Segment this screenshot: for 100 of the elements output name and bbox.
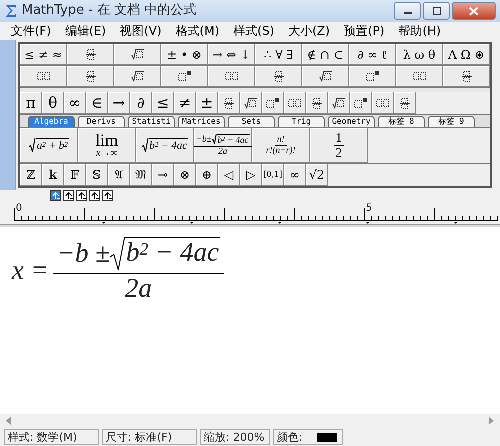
template-button[interactable]: n! r!(n−r)! — [252, 128, 310, 163]
symbol-button[interactable]: ± — [196, 92, 218, 114]
template-button[interactable] — [67, 66, 114, 88]
template-button[interactable] — [328, 92, 350, 114]
template-icon — [398, 98, 412, 109]
template-icon — [84, 49, 98, 60]
symbol-button[interactable]: √2 — [306, 164, 328, 186]
arrow-icon — [90, 192, 98, 200]
symbol-button[interactable]: π — [20, 92, 42, 114]
symbol-button[interactable]: → ⇔ ↓ — [208, 44, 255, 66]
equation-numerator: −b ± — [56, 239, 110, 269]
symbol-button[interactable]: ≤ — [152, 92, 174, 114]
symbol-button[interactable]: ⊸ — [152, 164, 174, 186]
equation-denominator: 2a — [125, 274, 152, 304]
template-icon — [332, 98, 346, 109]
size-status: 尺寸: 标准(F) — [102, 429, 197, 445]
symbol-button[interactable]: 𝔐 — [130, 164, 152, 186]
symbol-button[interactable]: ∞ — [284, 164, 306, 186]
palette-tab[interactable]: 标签 8 — [378, 116, 425, 128]
template-button[interactable] — [349, 66, 396, 88]
menu-item[interactable]: 帮助(H) — [392, 22, 448, 40]
menu-item[interactable]: 大小(Z) — [282, 22, 338, 40]
symbol-button[interactable]: ⊕ — [196, 164, 218, 186]
nudge-button[interactable] — [89, 190, 100, 201]
template-button[interactable]: 1 2 — [310, 128, 368, 163]
symbol-button[interactable]: Λ Ω ⊛ — [443, 44, 490, 66]
symbol-button[interactable]: ≤ ≠ ≈ — [20, 44, 67, 66]
template-button[interactable] — [443, 66, 490, 88]
template-button[interactable] — [255, 66, 302, 88]
symbol-button[interactable]: ∂ — [130, 92, 152, 114]
template-button[interactable] — [302, 66, 349, 88]
symbol-button[interactable]: ◁ — [218, 164, 240, 186]
template-button[interactable] — [20, 66, 67, 88]
template-button[interactable] — [372, 92, 394, 114]
template-button[interactable] — [114, 66, 161, 88]
template-button[interactable]: −b± b$^{2}$ − 4ac 2a — [194, 128, 252, 163]
palette-tab[interactable]: Sets — [228, 116, 275, 128]
symbol-button[interactable]: ∉ ∩ ⊂ — [302, 44, 349, 66]
palette-tab[interactable]: Matrices — [178, 116, 225, 128]
template-button[interactable] — [396, 66, 443, 88]
menu-item[interactable]: 文件(F) — [4, 22, 58, 40]
symbol-button[interactable]: ℤ — [20, 164, 42, 186]
template-button[interactable] — [114, 44, 161, 66]
symbol-button[interactable]: ∂ ∞ ℓ — [349, 44, 396, 66]
palette-tab[interactable]: 标签 9 — [428, 116, 475, 128]
menu-item[interactable]: 编辑(E) — [58, 22, 114, 40]
template-button[interactable]: b$^{2}$ − 4ac — [136, 128, 194, 163]
nudge-button[interactable] — [63, 190, 74, 201]
symbol-button[interactable]: λ ω θ — [396, 44, 443, 66]
maximize-icon — [432, 7, 442, 15]
symbol-button[interactable]: → — [108, 92, 130, 114]
nudge-button[interactable] — [50, 190, 61, 201]
symbol-button[interactable]: 𝕊 — [86, 164, 108, 186]
symbol-button[interactable]: θ — [42, 92, 64, 114]
template-button[interactable]: a$^{2}$ + b$^{2}$ — [20, 128, 78, 163]
template-icon — [130, 49, 144, 60]
symbol-button[interactable]: [0,1] — [262, 164, 284, 186]
template-button[interactable] — [284, 92, 306, 114]
menu-item[interactable]: 格式(M) — [168, 22, 227, 40]
template-button[interactable] — [394, 92, 416, 114]
template-icon — [222, 98, 236, 109]
close-button[interactable] — [452, 2, 496, 20]
palette-tab[interactable]: Geometry — [328, 116, 375, 128]
template-icon — [266, 98, 280, 109]
symbol-button[interactable]: 𝕜 — [42, 164, 64, 186]
symbol-button[interactable]: ▷ — [240, 164, 262, 186]
template-button[interactable] — [218, 92, 240, 114]
template-button[interactable]: lim x→∞ — [78, 128, 136, 163]
menu-item[interactable]: 预置(P) — [337, 22, 392, 40]
template-button[interactable] — [350, 92, 372, 114]
symbol-button[interactable]: ∈ — [86, 92, 108, 114]
palette-tab[interactable]: Derivs — [78, 116, 125, 128]
symbol-button[interactable]: ∞ — [64, 92, 86, 114]
template-button[interactable] — [240, 92, 262, 114]
template-button[interactable] — [208, 66, 255, 88]
palette-tab[interactable]: Algebra — [28, 116, 75, 128]
arrow-icon — [104, 192, 112, 200]
symbol-button[interactable]: 𝔄 — [108, 164, 130, 186]
menu-item[interactable]: 样式(S) — [226, 22, 282, 40]
minimize-button[interactable] — [394, 2, 421, 20]
color-label: 颜色: — [277, 431, 303, 444]
symbol-button[interactable]: ≠ — [174, 92, 196, 114]
maximize-button[interactable] — [423, 2, 450, 20]
template-button[interactable] — [67, 44, 114, 66]
symbol-button[interactable]: ∴ ∀ ∃ — [255, 44, 302, 66]
sigma-logo-icon — [4, 4, 18, 18]
template-icon — [36, 71, 50, 82]
template-button[interactable] — [161, 66, 208, 88]
nudge-button[interactable] — [76, 190, 87, 201]
menu-item[interactable]: 视图(V) — [113, 22, 169, 40]
palette-tab[interactable]: Statisti — [128, 116, 175, 128]
arrow-icon — [64, 192, 72, 200]
nudge-button[interactable] — [102, 190, 113, 201]
symbol-button[interactable]: ± • ⊗ — [161, 44, 208, 66]
palette-tab[interactable]: Trig — [278, 116, 325, 128]
symbol-button[interactable]: ⊗ — [174, 164, 196, 186]
template-button[interactable] — [262, 92, 284, 114]
symbol-button[interactable]: 𝔽 — [64, 164, 86, 186]
template-button[interactable] — [306, 92, 328, 114]
equation-radicand: b$^{2}$ − 4ac — [125, 237, 220, 271]
